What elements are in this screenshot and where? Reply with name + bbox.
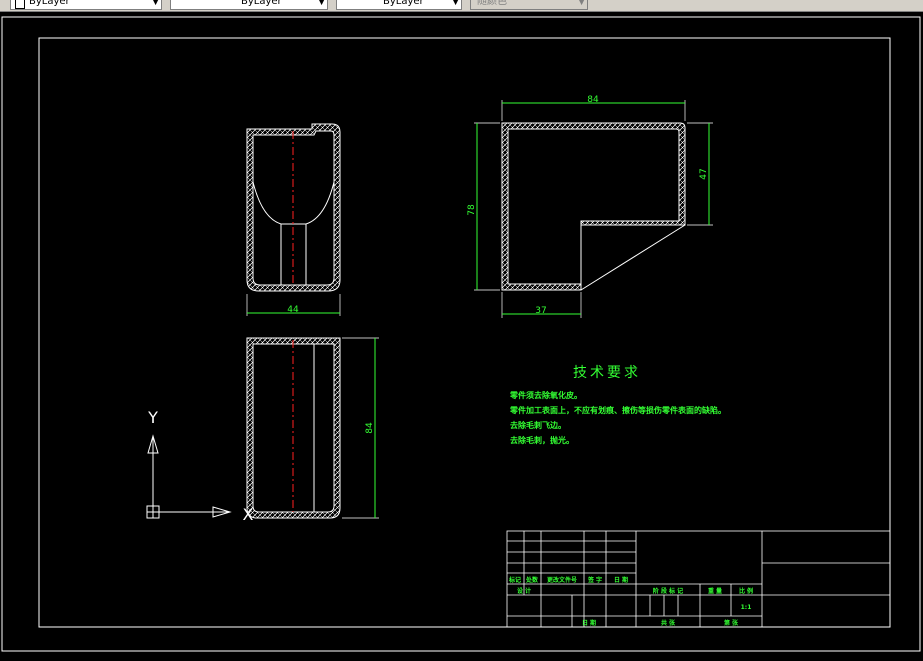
tb-label-sign: 签 字	[587, 576, 602, 584]
chevron-down-icon[interactable]: ▼	[578, 0, 585, 9]
tb-label-weight: 重 量	[708, 587, 722, 595]
tb-label-sheets: 共 张	[661, 619, 676, 627]
chevron-down-icon[interactable]: ▼	[152, 0, 159, 9]
lineweight-combo[interactable]: ByLayer ▼	[336, 0, 462, 10]
chevron-down-icon[interactable]: ▼	[452, 0, 459, 9]
dim-right-width: 84	[587, 95, 599, 105]
tech-note-4: 去除毛刺，抛光。	[510, 435, 574, 445]
ucs-y-label: Y	[147, 408, 158, 427]
tb-label-design: 设 计	[517, 587, 531, 595]
dim-right-notch: 47	[699, 168, 709, 179]
drawing-canvas[interactable]: 44 84 78 47 37 84 技术要求 零件须去除氧化皮。 零件加工表面上…	[0, 12, 923, 657]
plotstyle-combo[interactable]: 随颜色 ▼	[470, 0, 588, 10]
dim-right-height: 78	[467, 204, 477, 216]
tb-label-stage: 阶 段 标 记	[653, 587, 683, 595]
tb-label-sheet-no: 第 张	[723, 619, 739, 627]
tech-title: 技术要求	[573, 365, 641, 381]
chevron-down-icon[interactable]: ▼	[318, 0, 325, 9]
tb-label-count: 处数	[525, 576, 539, 584]
tech-requirements: 技术要求 零件须去除氧化皮。 零件加工表面上，不应有划痕、擦伤等损伤零件表面的缺…	[509, 365, 726, 445]
dim-top-width: 44	[287, 305, 299, 315]
front-view: 84	[246, 337, 379, 519]
tb-scale-value: 1:1	[741, 604, 752, 611]
linetype-combo[interactable]: ByLayer ▼	[170, 0, 328, 10]
ucs-x-label: X	[243, 505, 254, 524]
properties-toolbar: ByLayer ▼ ByLayer ▼ ByLayer ▼ 随颜色 ▼	[0, 0, 923, 12]
outer-border	[1, 16, 921, 652]
color-combo[interactable]: ByLayer ▼	[10, 0, 162, 10]
tb-label-date-bottom: 日 期	[582, 619, 596, 627]
top-view: 44	[246, 123, 341, 316]
dim-right-bottom: 37	[535, 306, 546, 316]
drawing-svg[interactable]: 44 84 78 47 37 84 技术要求 零件须去除氧化皮。 零件加工表面上…	[0, 12, 923, 657]
side-view: 84 78 47 37	[467, 95, 713, 318]
dim-front-height: 84	[365, 422, 375, 434]
tb-label-date: 日 期	[614, 576, 628, 584]
tb-label-scale: 比 例	[739, 587, 753, 595]
tech-note-2: 零件加工表面上，不应有划痕、擦伤等损伤零件表面的缺陷。	[509, 405, 726, 415]
color-swatch-icon	[15, 0, 25, 9]
tech-note-1: 零件须去除氧化皮。	[509, 390, 582, 400]
tb-label-mark: 标记	[508, 576, 521, 584]
tech-note-3: 去除毛刺飞边。	[510, 420, 566, 430]
tb-label-change-doc: 更改文件号	[547, 576, 577, 584]
ucs-icon: Y X	[146, 408, 254, 524]
